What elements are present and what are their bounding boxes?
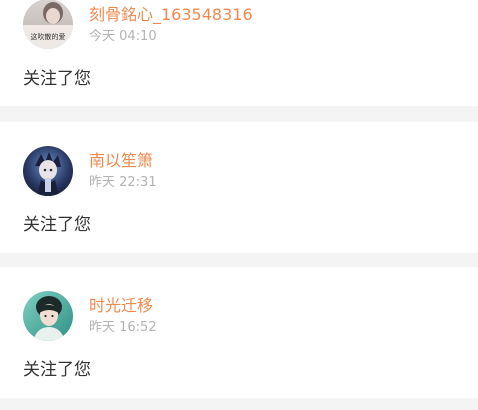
avatar-image — [23, 146, 73, 196]
timestamp: 今天 04:10 — [89, 29, 157, 44]
username[interactable]: 刻骨銘心_163548316 — [89, 5, 253, 25]
notification-item[interactable]: 时光迁移 昨天 16:52 关注了您 — [0, 267, 478, 398]
timestamp: 昨天 16:52 — [89, 320, 157, 335]
timestamp: 昨天 22:31 — [89, 175, 157, 190]
notification-item[interactable]: 南以笙箫 昨天 22:31 关注了您 — [0, 122, 478, 253]
avatar[interactable]: 这吹散的爱 — [23, 0, 73, 49]
notification-feed: 这吹散的爱 刻骨銘心_163548316 今天 04:10 关注了您 南以笙箫 … — [0, 0, 478, 410]
notification-message: 关注了您 — [23, 69, 91, 89]
username[interactable]: 时光迁移 — [89, 296, 153, 316]
username[interactable]: 南以笙箫 — [89, 151, 153, 171]
notification-message: 关注了您 — [23, 215, 91, 235]
svg-text:这吹散的爱: 这吹散的爱 — [31, 32, 66, 41]
avatar-image: 这吹散的爱 — [23, 0, 73, 49]
notification-item[interactable]: 这吹散的爱 刻骨銘心_163548316 今天 04:10 关注了您 — [0, 0, 478, 106]
avatar-image — [23, 291, 73, 341]
notification-message: 关注了您 — [23, 360, 91, 380]
avatar[interactable] — [23, 146, 73, 196]
avatar[interactable] — [23, 291, 73, 341]
